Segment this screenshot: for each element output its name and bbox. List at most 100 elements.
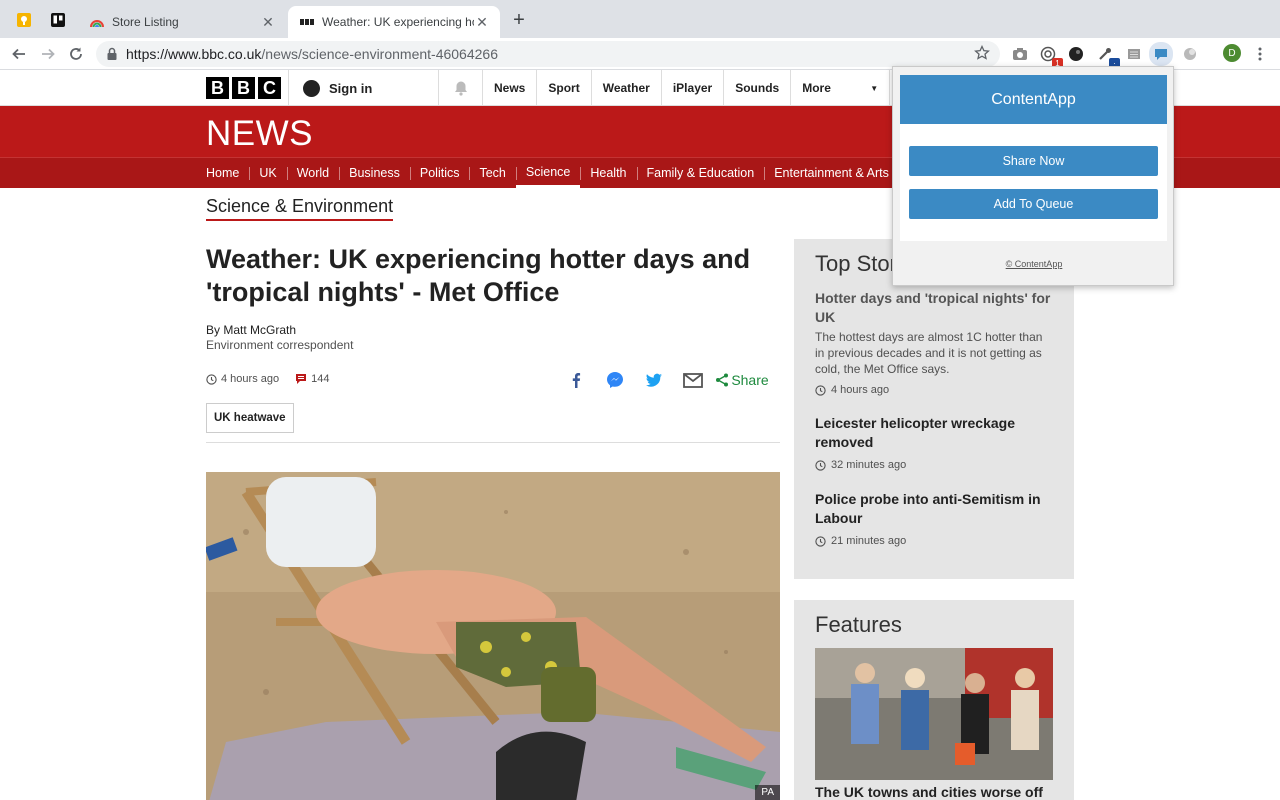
tools-extension[interactable]: · xyxy=(1095,44,1120,69)
feature-image[interactable] xyxy=(815,648,1053,780)
article-photo: PA xyxy=(206,472,780,800)
features-panel: Features The UK towns and cities worse o… xyxy=(794,600,1074,800)
story-summary: The hottest days are almost 1C hotter th… xyxy=(815,330,1043,376)
extension-with-badge[interactable]: 1 xyxy=(1038,44,1063,69)
tab-bbc-article[interactable]: Weather: UK experiencing hotter days and… xyxy=(288,6,500,38)
caret-down-icon: ▼ xyxy=(870,83,879,93)
lock-icon xyxy=(107,47,117,60)
notifications-button[interactable] xyxy=(438,70,482,106)
clock-icon xyxy=(815,535,826,547)
twitter-icon xyxy=(645,373,662,387)
share-icon xyxy=(716,373,729,387)
arrow-right-icon xyxy=(42,48,55,60)
clock-icon xyxy=(815,459,826,471)
camera-icon xyxy=(1013,48,1027,60)
section-nav-family-education[interactable]: Family & Education xyxy=(636,158,765,188)
article-meta: 4 hours ago 144 xyxy=(206,373,329,385)
arrow-left-icon xyxy=(12,48,25,60)
bbc-logo[interactable]: B B C xyxy=(206,77,281,99)
kebab-menu-icon xyxy=(1258,47,1262,61)
trello-icon xyxy=(51,13,65,27)
reload-button[interactable] xyxy=(66,44,86,64)
story-headline[interactable]: Hotter days and 'tropical nights' for UK xyxy=(815,289,1055,327)
grey-extension[interactable] xyxy=(1180,44,1200,64)
email-icon xyxy=(682,372,703,388)
messenger-icon xyxy=(606,372,623,388)
top-nav-iplayer[interactable]: iPlayer xyxy=(660,70,723,106)
sign-in-label: Sign in xyxy=(329,80,373,96)
forward-button[interactable] xyxy=(38,44,58,64)
tab-close-icon[interactable]: ✕ xyxy=(260,14,276,30)
author-role: Environment correspondent xyxy=(206,338,354,352)
tab-store-listing[interactable]: Store Listing ✕ xyxy=(78,6,286,38)
street-crowd-illustration xyxy=(815,648,1053,780)
tab-close-icon[interactable]: ✕ xyxy=(474,14,490,30)
story-time: 32 minutes ago xyxy=(815,459,1055,471)
top-story-item[interactable]: Leicester helicopter wreckage removed 32… xyxy=(815,414,1055,471)
photo-credit: PA xyxy=(755,785,780,800)
clock-icon xyxy=(815,384,826,396)
top-stories-panel: Top Stories Hotter days and 'tropical ni… xyxy=(794,239,1074,579)
top-nav-more[interactable]: More ▼ xyxy=(790,70,891,106)
story-time-text: 4 hours ago xyxy=(831,384,890,396)
add-to-queue-button[interactable]: Add To Queue xyxy=(909,189,1158,219)
topic-tag[interactable]: UK heatwave xyxy=(206,403,294,433)
author-name: By Matt McGrath xyxy=(206,323,297,337)
menu-button[interactable] xyxy=(1250,44,1270,64)
back-button[interactable] xyxy=(9,44,29,64)
chat-bubble-icon xyxy=(1155,49,1167,60)
feature-title[interactable]: The UK towns and cities worse off xyxy=(815,784,1043,800)
story-time: 21 minutes ago xyxy=(815,535,1055,547)
story-headline[interactable]: Police probe into anti-Semitism in Labou… xyxy=(815,490,1055,528)
share-now-button[interactable]: Share Now xyxy=(909,146,1158,176)
pinned-tab-keep[interactable] xyxy=(12,8,36,32)
sign-in-link[interactable]: Sign in xyxy=(288,70,438,106)
address-bar[interactable]: https://www.bbc.co.uk/news/science-envir… xyxy=(96,41,1000,67)
share-facebook-button[interactable] xyxy=(556,370,595,390)
top-story-item[interactable]: Police probe into anti-Semitism in Labou… xyxy=(815,490,1055,547)
share-messenger-button[interactable] xyxy=(595,370,634,390)
keep-icon xyxy=(17,13,31,27)
section-nav-home[interactable]: Home xyxy=(196,158,249,188)
top-nav-sport[interactable]: Sport xyxy=(536,70,590,106)
story-headline[interactable]: Leicester helicopter wreckage removed xyxy=(815,414,1055,452)
top-nav-sounds[interactable]: Sounds xyxy=(723,70,790,106)
top-nav-news[interactable]: News xyxy=(482,70,536,106)
section-nav-entertainment-arts[interactable]: Entertainment & Arts xyxy=(764,158,899,188)
top-nav-weather[interactable]: Weather xyxy=(590,70,661,106)
section-nav-uk[interactable]: UK xyxy=(249,158,286,188)
bbc-logo-letter: B xyxy=(206,77,229,99)
profile-avatar[interactable]: D xyxy=(1223,44,1241,62)
popup-title: ContentApp xyxy=(900,75,1167,124)
section-nav-tech[interactable]: Tech xyxy=(469,158,515,188)
section-title[interactable]: Science & Environment xyxy=(206,196,394,221)
grey-circle-icon xyxy=(1184,48,1196,60)
dark-extension[interactable] xyxy=(1066,44,1086,64)
share-email-button[interactable] xyxy=(673,370,712,390)
section-nav-business[interactable]: Business xyxy=(339,158,410,188)
bbc-logo-letter: C xyxy=(258,77,281,99)
top-story-item[interactable]: Hotter days and 'tropical nights' for UK… xyxy=(815,289,1055,396)
new-tab-button[interactable]: + xyxy=(508,9,530,31)
news-logo[interactable]: NEWS xyxy=(206,114,313,154)
share-more-button[interactable]: Share xyxy=(712,370,772,390)
dark-circle-icon xyxy=(1069,47,1083,61)
pinned-tab-trello[interactable] xyxy=(46,8,70,32)
section-nav-health[interactable]: Health xyxy=(580,158,636,188)
section-nav-world[interactable]: World xyxy=(286,158,339,188)
contentapp-extension-button[interactable] xyxy=(1149,42,1173,66)
share-twitter-button[interactable] xyxy=(634,370,673,390)
section-nav-politics[interactable]: Politics xyxy=(409,158,470,188)
list-extension[interactable] xyxy=(1124,44,1144,64)
comment-count[interactable]: 144 xyxy=(311,373,329,385)
section-nav-science[interactable]: Science xyxy=(515,158,581,188)
popup-footer-link[interactable]: © ContentApp xyxy=(893,259,1175,269)
clock-icon xyxy=(206,373,217,385)
bbc-logo-letter: B xyxy=(232,77,255,99)
divider xyxy=(206,442,780,443)
reload-icon xyxy=(70,47,82,60)
url-path: /news/science-environment-46064266 xyxy=(261,46,498,62)
camera-extension[interactable] xyxy=(1010,44,1030,64)
bell-icon xyxy=(454,81,467,96)
rainbow-icon xyxy=(90,20,104,28)
